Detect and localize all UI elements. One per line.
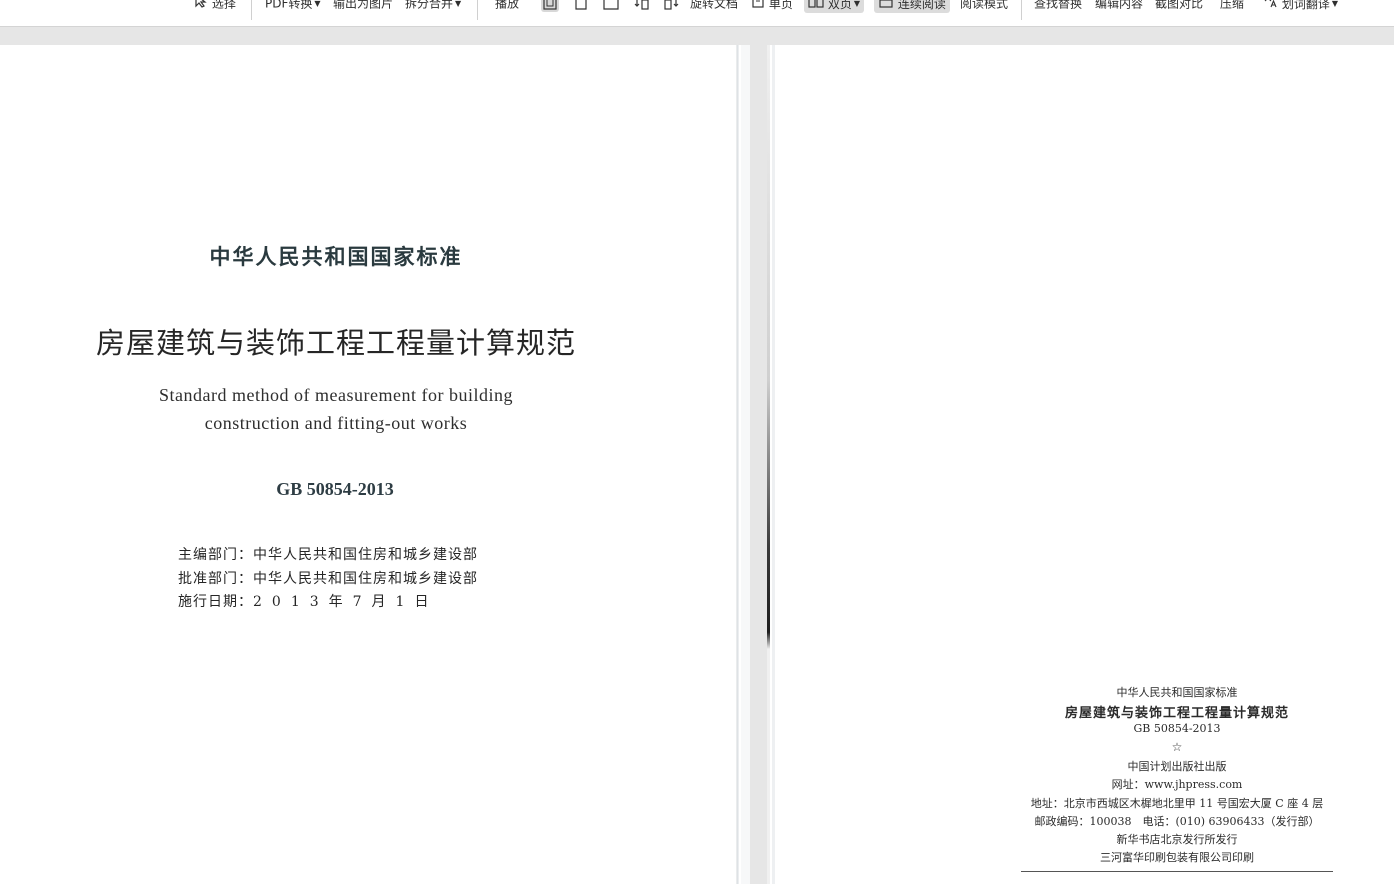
rotate-left-button[interactable] — [633, 0, 651, 12]
colophon-website: 网址：www.jhpress.com — [1111, 778, 1243, 791]
chevron-down-icon: ▼ — [455, 0, 462, 8]
colophon-title: 房屋建筑与装饰工程工程量计算规范 — [1064, 706, 1290, 721]
title-english-line1: Standard method of measurement for build… — [159, 385, 513, 405]
continuous-read-button[interactable]: 连续阅读 — [874, 0, 950, 13]
chevron-down-icon: ▼ — [314, 0, 321, 8]
colophon-rule — [1021, 871, 1333, 872]
scan-edge — [772, 45, 775, 884]
find-replace-button[interactable]: 查找替换 — [1034, 0, 1082, 13]
chevron-down-icon: ▼ — [1331, 0, 1338, 8]
colophon-standard-category: 中华人民共和国国家标准 — [1116, 686, 1238, 699]
rotate-document-button[interactable]: 旋转文档 — [690, 0, 738, 13]
document-viewer[interactable]: 中华人民共和国国家标准 房屋建筑与装饰工程工程量计算规范 Standard me… — [0, 28, 1394, 884]
colophon-postal-phone: 邮政编码：100038 电话：(010) 63906433（发行部） — [1034, 815, 1320, 828]
scan-edge — [736, 45, 739, 884]
edit-content-button[interactable]: 编辑内容 — [1095, 0, 1143, 13]
standard-category: 中华人民共和国国家标准 — [209, 245, 463, 269]
info-row-approver: 批准部门：中华人民共和国住房和城乡建设部 — [178, 571, 478, 587]
cursor-icon — [194, 0, 208, 14]
translate-icon — [1262, 0, 1278, 15]
standard-code: GB 50854-2013 — [276, 479, 394, 499]
rotate-left-icon — [634, 0, 649, 10]
rotate-right-button[interactable] — [663, 0, 681, 12]
info-row-editor: 主编部门：中华人民共和国住房和城乡建设部 — [178, 547, 478, 563]
colophon-code: GB 50854-2013 — [1133, 722, 1221, 735]
double-page-icon — [808, 0, 824, 15]
play-button[interactable]: 播放 — [495, 0, 519, 13]
info-row-effective-date: 施行日期：2013年7月1日 — [178, 594, 439, 610]
actual-size-button[interactable] — [541, 0, 559, 12]
toolbar-separator — [1021, 0, 1022, 20]
double-page-button[interactable]: 双页 ▼ — [804, 0, 864, 13]
continuous-read-icon — [878, 0, 894, 15]
scan-edge — [767, 45, 770, 884]
select-tool-button[interactable]: 选择 — [194, 0, 236, 13]
document-page-left: 中华人民共和国国家标准 房屋建筑与装饰工程工程量计算规范 Standard me… — [0, 45, 750, 884]
chevron-down-icon: ▼ — [853, 0, 860, 8]
scan-edge — [741, 45, 750, 884]
read-mode-button[interactable]: 阅读模式 — [960, 0, 1008, 13]
fit-page-button[interactable] — [572, 0, 590, 12]
fit-page-icon — [575, 0, 587, 10]
screenshot-compare-button[interactable]: 截图对比 — [1155, 0, 1203, 13]
colophon-star: ☆ — [1171, 740, 1183, 754]
colophon-publisher: 中国计划出版社出版 — [1127, 760, 1227, 773]
compress-button[interactable]: 压缩 — [1220, 0, 1244, 13]
colophon-printer: 三河富华印刷包装有限公司印刷 — [1100, 851, 1254, 864]
pdf-convert-button[interactable]: PDF转换 ▼ — [265, 0, 321, 13]
actual-size-icon — [543, 0, 557, 10]
single-page-button[interactable]: 单页 — [751, 0, 793, 13]
title-chinese: 房屋建筑与装饰工程工程量计算规范 — [95, 326, 577, 360]
split-merge-button[interactable]: 拆分合并 ▼ — [405, 0, 461, 13]
document-page-right: 中华人民共和国国家标准 房屋建筑与装饰工程工程量计算规范 GB 50854-20… — [767, 45, 1394, 884]
toolbar-separator — [251, 0, 252, 20]
fit-width-icon — [603, 0, 619, 10]
toolbar: 选择 PDF转换 ▼ 输出为图片 拆分合并 ▼ 播放 旋转文档 单页 双页 ▼ … — [0, 0, 1394, 27]
toolbar-separator — [477, 0, 478, 20]
colophon-address: 地址：北京市西城区木樨地北里甲 11 号国宏大厦 C 座 4 层 — [1030, 797, 1324, 810]
rotate-right-icon — [664, 0, 679, 10]
export-image-button[interactable]: 输出为图片 — [333, 0, 393, 13]
word-translate-button[interactable]: 划词翻译 ▼ — [1262, 0, 1338, 13]
colophon-distributor: 新华书店北京发行所发行 — [1116, 833, 1238, 846]
single-page-icon — [751, 0, 765, 15]
fit-width-button[interactable] — [602, 0, 620, 12]
title-english-line2: construction and fitting-out works — [204, 413, 468, 433]
